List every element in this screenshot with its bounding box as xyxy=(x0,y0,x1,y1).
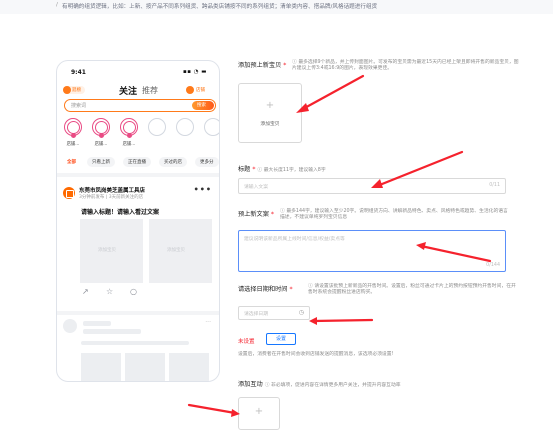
annotation-arrow xyxy=(312,318,374,323)
annotation-arrowhead xyxy=(231,409,240,417)
page-root: / 有明确的组货逻辑，比如：上新、按产品不同系列组货、跨品类店铺按不同的系列组货… xyxy=(0,0,553,430)
annotation-arrowhead xyxy=(296,103,309,113)
annotation-arrow xyxy=(187,403,237,415)
annotation-arrow xyxy=(375,150,464,188)
annotation-arrowhead xyxy=(371,179,383,188)
annotation-arrowhead xyxy=(309,317,317,325)
annotation-arrow xyxy=(299,74,365,112)
annotation-arrow xyxy=(419,244,492,263)
annotation-arrows xyxy=(187,74,492,417)
annotation-arrowhead xyxy=(416,242,426,250)
